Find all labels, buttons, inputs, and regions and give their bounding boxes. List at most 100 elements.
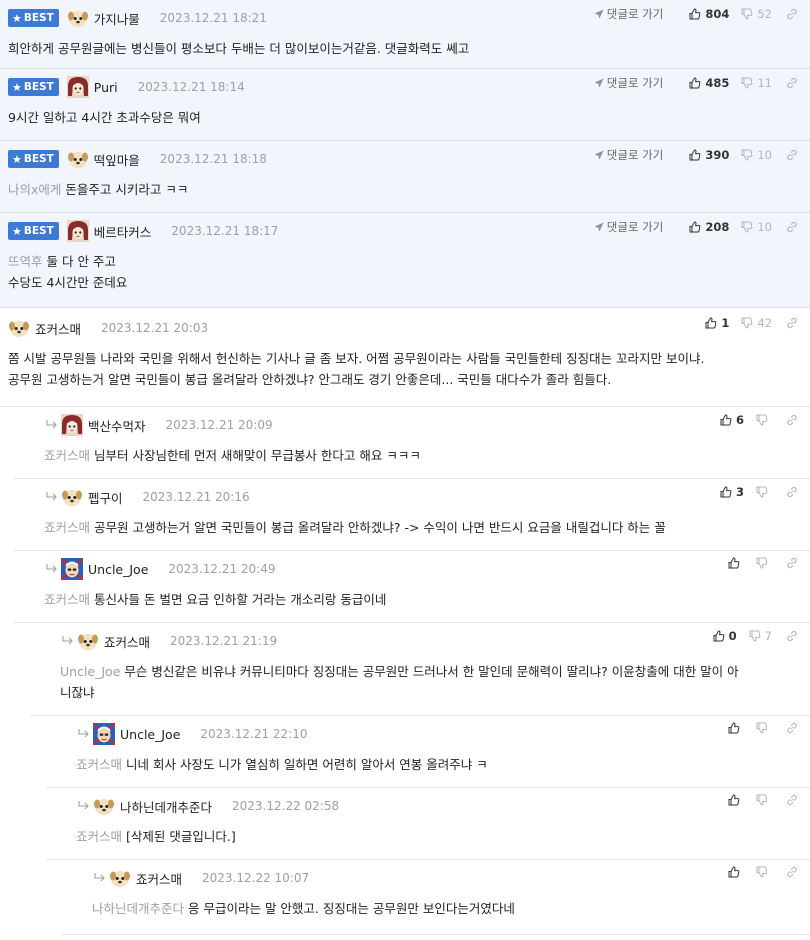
upvote-button[interactable]: 390: [689, 148, 729, 162]
reply-target[interactable]: 나하닌데개추준다: [92, 901, 184, 916]
upvote-button[interactable]: 6: [720, 413, 744, 427]
nickname[interactable]: Uncle_Joe: [120, 727, 180, 742]
comment-line: 나의x에게 돈을주고 시키라고 ㅋㅋ: [8, 179, 798, 200]
link-icon: [786, 486, 798, 498]
upvote-button[interactable]: 804: [689, 7, 729, 21]
upvote-button[interactable]: [728, 557, 744, 569]
comment-line: 뜨역후 둘 다 안 주고: [8, 251, 798, 272]
copy-link-button[interactable]: [786, 486, 798, 498]
reply-arrow-icon: [46, 492, 58, 502]
downvote-button[interactable]: 7: [749, 629, 772, 643]
avatar[interactable]: [93, 723, 115, 745]
comment-actions: [716, 557, 798, 569]
avatar[interactable]: [67, 7, 89, 29]
reply-target[interactable]: 뜨역후: [8, 254, 43, 269]
comment-text: [삭제된 댓글입니다.]: [126, 829, 236, 844]
best-badge: ★ BEST: [8, 150, 59, 168]
upvote-button[interactable]: [728, 866, 744, 878]
avatar[interactable]: [93, 795, 115, 817]
upvote-count: 3: [735, 485, 744, 499]
copy-link-button[interactable]: [786, 866, 798, 878]
upvote-button[interactable]: [728, 722, 744, 734]
upvote-button[interactable]: 485: [689, 76, 729, 90]
nickname[interactable]: Puri: [94, 80, 118, 95]
downvote-button[interactable]: [756, 722, 772, 734]
best-badge-label: BEST: [23, 153, 54, 165]
comment-text: 쫌 시발 공무원들 나라와 국민을 위해서 헌신하는 기사나 글 좀 보자. 어…: [8, 351, 705, 366]
thumbs-up-icon: [689, 8, 701, 20]
comment-date: 2023.12.22 10:07: [202, 871, 310, 885]
best-badge: ★ BEST: [8, 78, 59, 96]
downvote-button[interactable]: [756, 414, 772, 426]
avatar[interactable]: [61, 558, 83, 580]
copy-link-button[interactable]: [786, 722, 798, 734]
nickname[interactable]: 죠커스매: [104, 632, 150, 651]
copy-link-button[interactable]: [786, 317, 798, 329]
nickname[interactable]: 죠커스매: [35, 319, 81, 338]
downvote-button[interactable]: 42: [741, 316, 772, 330]
reply-target[interactable]: 나의x에게: [8, 182, 61, 197]
nickname[interactable]: 베르타커스: [94, 222, 152, 241]
upvote-button[interactable]: 0: [713, 629, 737, 643]
thumbs-down-icon: [756, 486, 768, 498]
avatar[interactable]: [67, 148, 89, 170]
comment-actions: 댓글로 가기 390 10: [594, 147, 798, 163]
reply-arrow-icon: [78, 729, 90, 739]
upvote-count: 208: [705, 220, 730, 234]
copy-link-button[interactable]: [786, 8, 798, 20]
upvote-button[interactable]: [728, 794, 744, 806]
avatar[interactable]: [67, 220, 89, 242]
reply-target[interactable]: 죠커스매: [76, 757, 122, 772]
downvote-button[interactable]: 11: [741, 76, 772, 90]
reply-target[interactable]: Uncle_Joe: [60, 664, 120, 679]
nickname[interactable]: 펩구이: [88, 488, 123, 507]
nickname[interactable]: 나하닌데개추준다: [120, 797, 212, 816]
goto-comment-link[interactable]: 댓글로 가기: [594, 75, 663, 91]
avatar[interactable]: [109, 867, 131, 889]
reply-target[interactable]: 죠커스매: [44, 520, 90, 535]
reply-comment: 죠커스매 2023.12.22 10:07 나하닌데개추준다 응 무급이라는 말 안했…: [62, 860, 810, 935]
downvote-button[interactable]: [756, 557, 772, 569]
downvote-button[interactable]: 10: [741, 220, 772, 234]
reply-target[interactable]: 죠커스매: [76, 829, 122, 844]
downvote-button[interactable]: 52: [741, 7, 772, 21]
copy-link-button[interactable]: [786, 77, 798, 89]
downvote-button[interactable]: [756, 486, 772, 498]
comment-line: Uncle_Joe 무슨 병신같은 비유냐 커뮤니티마다 징징대는 공무원만 드러…: [60, 661, 798, 682]
comment-line: 죠커스매 님부터 사장님한테 먼저 새해맞이 무급봉사 한다고 해요 ㅋㅋㅋ: [44, 445, 798, 466]
comment-header: 나하닌데개추준다 2023.12.22 02:58: [46, 796, 810, 816]
reply-target[interactable]: 죠커스매: [44, 592, 90, 607]
copy-link-button[interactable]: [786, 557, 798, 569]
copy-link-button[interactable]: [786, 630, 798, 642]
nickname[interactable]: 가지나물: [94, 9, 140, 28]
copy-link-button[interactable]: [786, 794, 798, 806]
nickname[interactable]: Uncle_Joe: [88, 562, 148, 577]
star-icon: ★: [12, 11, 22, 25]
avatar[interactable]: [77, 630, 99, 652]
avatar[interactable]: [8, 317, 30, 339]
upvote-button[interactable]: 1: [705, 316, 729, 330]
copy-link-button[interactable]: [786, 414, 798, 426]
downvote-button[interactable]: [756, 794, 772, 806]
avatar[interactable]: [61, 414, 83, 436]
link-icon: [786, 221, 798, 233]
nickname[interactable]: 죠커스매: [136, 869, 182, 888]
goto-comment-link[interactable]: 댓글로 가기: [594, 219, 663, 235]
goto-comment-link[interactable]: 댓글로 가기: [594, 6, 663, 22]
copy-link-button[interactable]: [786, 221, 798, 233]
upvote-count: 804: [705, 7, 730, 21]
upvote-button[interactable]: 3: [720, 485, 744, 499]
thumbs-down-icon: [756, 722, 768, 734]
reply-target[interactable]: 죠커스매: [44, 448, 90, 463]
downvote-button[interactable]: [756, 866, 772, 878]
goto-arrow-icon: [594, 78, 604, 88]
upvote-button[interactable]: 208: [689, 220, 729, 234]
avatar[interactable]: [61, 486, 83, 508]
comment-actions: 07: [701, 629, 798, 643]
downvote-button[interactable]: 10: [741, 148, 772, 162]
nickname[interactable]: 떡잎마을: [94, 150, 140, 169]
avatar[interactable]: [67, 76, 89, 98]
nickname[interactable]: 백산수먹자: [88, 416, 146, 435]
copy-link-button[interactable]: [786, 149, 798, 161]
goto-comment-link[interactable]: 댓글로 가기: [594, 147, 663, 163]
